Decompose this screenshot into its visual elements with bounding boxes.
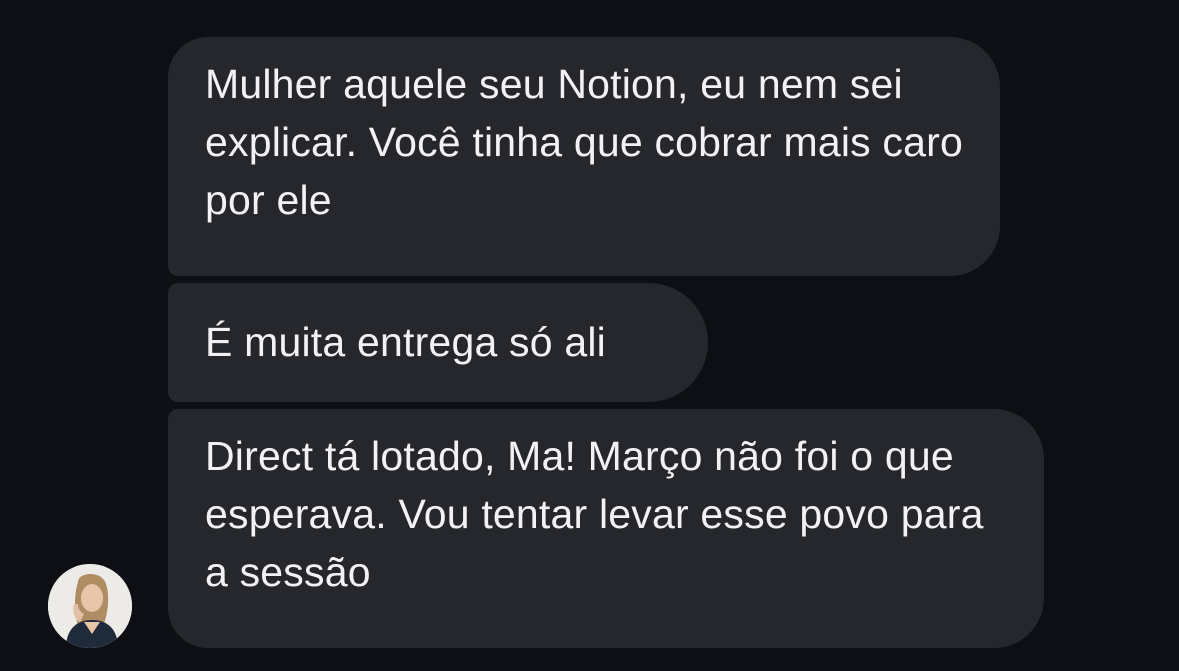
message-text: Direct tá lotado, Ma! Março não foi o qu… xyxy=(205,433,984,595)
message-text: Mulher aquele seu Notion, eu nem sei exp… xyxy=(205,61,963,223)
message-text: É muita entrega só ali xyxy=(205,319,606,365)
message-bubble[interactable]: Direct tá lotado, Ma! Março não foi o qu… xyxy=(168,409,1044,648)
sender-avatar[interactable] xyxy=(48,564,132,648)
dm-conversation: Mulher aquele seu Notion, eu nem sei exp… xyxy=(0,0,1179,671)
profile-photo-icon xyxy=(48,564,132,648)
message-bubble[interactable]: É muita entrega só ali xyxy=(168,283,708,402)
message-bubble[interactable]: Mulher aquele seu Notion, eu nem sei exp… xyxy=(168,37,1000,276)
